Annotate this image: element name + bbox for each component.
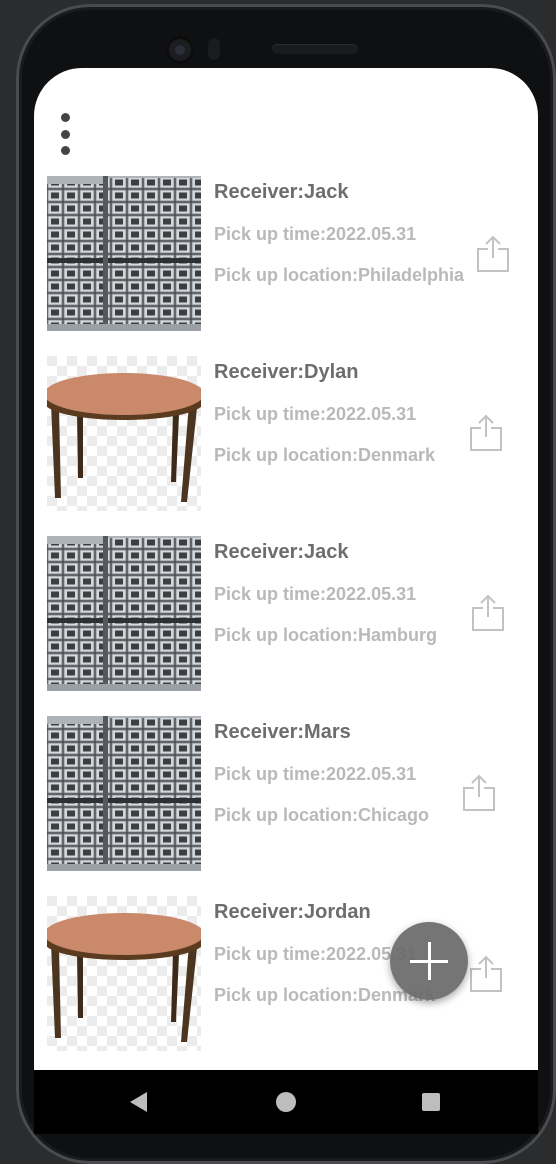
item-info: Receiver:Mars Pick up time:2022.05.31 Pi… (214, 716, 489, 827)
camera-icon (166, 36, 194, 64)
pickup-location: Pick up location:Chicago (214, 805, 430, 825)
add-button[interactable] (390, 922, 468, 1000)
sensor-icon (208, 38, 220, 60)
item-image (47, 896, 201, 1051)
receiver-label: Receiver:Jack (214, 541, 349, 563)
pickup-time: Pick up time:2022.05.31 (214, 224, 417, 244)
receiver-label: Receiver:Jack (214, 181, 349, 203)
share-icon[interactable] (475, 234, 511, 274)
share-icon[interactable] (461, 773, 497, 813)
pickup-location: Pick up location:Philadelphia (214, 265, 465, 285)
home-icon[interactable] (276, 1092, 296, 1112)
more-vert-icon[interactable] (56, 108, 76, 156)
pickup-time: Pick up time:2022.05.31 (214, 584, 417, 604)
recents-icon[interactable] (422, 1093, 440, 1111)
share-icon[interactable] (468, 413, 504, 453)
list-item[interactable]: Receiver:Dylan Pick up time:2022.05.31 P… (47, 356, 538, 511)
list-item[interactable]: Receiver:Jack Pick up time:2022.05.31 Pi… (47, 536, 538, 691)
item-info: Receiver:Jack Pick up time:2022.05.31 Pi… (214, 536, 489, 647)
pickup-location: Pick up location:Denmark (214, 445, 436, 465)
list-item[interactable]: Receiver:Jack Pick up time:2022.05.31 Pi… (47, 176, 538, 331)
system-nav-bar (34, 1070, 538, 1134)
receiver-label: Receiver:Jordan (214, 901, 371, 923)
list-item[interactable]: Receiver:Mars Pick up time:2022.05.31 Pi… (47, 716, 538, 871)
item-info: Receiver:Jack Pick up time:2022.05.31 Pi… (214, 176, 489, 287)
app-screen: Receiver:Jack Pick up time:2022.05.31 Pi… (34, 68, 538, 1070)
speaker-grille (272, 44, 358, 54)
pickup-time: Pick up time:2022.05.31 (214, 764, 417, 784)
item-image (47, 356, 201, 511)
item-image (47, 716, 201, 871)
item-image (47, 176, 201, 331)
back-icon[interactable] (130, 1092, 147, 1112)
receiver-label: Receiver:Mars (214, 721, 351, 743)
receiver-label: Receiver:Dylan (214, 361, 359, 383)
item-info: Receiver:Dylan Pick up time:2022.05.31 P… (214, 356, 489, 467)
pickup-location: Pick up location:Hamburg (214, 625, 438, 645)
share-icon[interactable] (468, 954, 504, 994)
pickup-time: Pick up time:2022.05.31 (214, 404, 417, 424)
share-icon[interactable] (470, 593, 506, 633)
item-image (47, 536, 201, 691)
